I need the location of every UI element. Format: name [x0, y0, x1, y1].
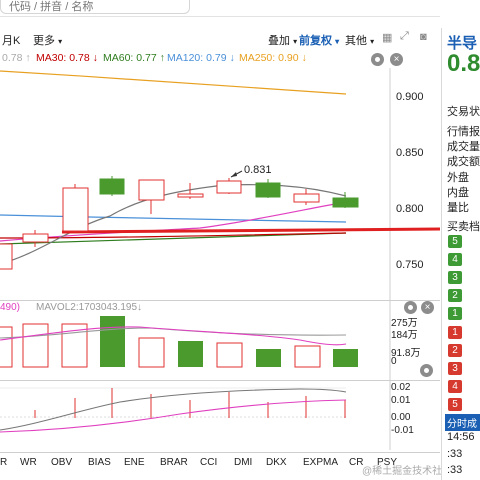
- volume-svg: [0, 300, 391, 380]
- tab-obv[interactable]: OBV: [51, 457, 72, 468]
- high-price-annotation: 0.831: [244, 164, 272, 176]
- turnover-label: 成交额: [447, 156, 480, 168]
- ma30-line: [0, 232, 347, 239]
- indicator-settings-gear-icon[interactable]: [420, 364, 433, 377]
- expand-icon[interactable]: ⤢: [400, 30, 409, 43]
- trade-time: 14:56: [447, 431, 475, 443]
- legend-settings-gear-icon[interactable]: [371, 53, 384, 66]
- quote-side-panel: 半导 0.8 交易状 行情报 成交量 成交额 外盘 内盘 量比 买卖档 5 4 …: [441, 28, 480, 480]
- tab-dkx[interactable]: DKX: [266, 457, 287, 468]
- overlay-button[interactable]: 叠加 ▾: [268, 32, 297, 48]
- order-book-label: 买卖档: [447, 221, 480, 233]
- tab-expma[interactable]: EXPMA: [303, 457, 338, 468]
- bid-level-badge: 5: [448, 398, 462, 411]
- chevron-down-icon: ▾: [293, 37, 298, 46]
- quote-report-label: 行情报: [447, 126, 480, 138]
- time-sales-header[interactable]: 分时成: [445, 414, 480, 431]
- ask-level-badge: 5: [448, 235, 462, 248]
- bid-level-badge: 4: [448, 380, 462, 393]
- ask-level-badge: 3: [448, 271, 462, 284]
- inner-volume-label: 内盘: [447, 187, 469, 199]
- tab-r[interactable]: R: [0, 457, 7, 468]
- bid-level-badge: 1: [448, 326, 462, 339]
- indicator-tick: -0.01: [391, 425, 414, 436]
- volume-label: 成交量: [447, 141, 480, 153]
- watermark: @稀土掘金技术社区: [362, 466, 453, 477]
- search-bar: [0, 0, 440, 17]
- adjust-button[interactable]: 前复权 ▾: [299, 32, 339, 48]
- tab-cci[interactable]: CCI: [200, 457, 217, 468]
- search-input[interactable]: [0, 0, 190, 14]
- tab-bias[interactable]: BIAS: [88, 457, 111, 468]
- trade-time: :33: [447, 448, 463, 460]
- volume-tick: 0: [391, 356, 397, 367]
- chevron-down-icon: ▾: [58, 37, 63, 46]
- outer-volume-label: 外盘: [447, 172, 469, 184]
- price-tick: 0.850: [396, 147, 424, 159]
- chevron-down-icon: ▾: [370, 37, 375, 46]
- trade-status-label: 交易状: [447, 106, 480, 118]
- more-periods-button[interactable]: 更多 ▾: [33, 32, 62, 48]
- trend-line: [61, 227, 440, 234]
- price-tick: 0.800: [396, 203, 424, 215]
- other-button[interactable]: 其他 ▾: [345, 32, 374, 48]
- volume-panel: 490) MAVOL2:1703043.195↓ × 275万 184万 91.…: [0, 300, 440, 380]
- trade-time: :33: [447, 464, 463, 476]
- legend-item-ma120: MA120: 0.79 ↓: [167, 52, 235, 64]
- legend-close-icon[interactable]: ×: [390, 53, 403, 66]
- tab-wr[interactable]: WR: [20, 457, 37, 468]
- volume-tick: 184万: [391, 330, 418, 341]
- bid-level-badge: 2: [448, 344, 462, 357]
- price-tick: 0.750: [396, 259, 424, 271]
- indicator-panel: 0.02 0.01 0.00 -0.01: [0, 380, 440, 450]
- ask-level-badge: 2: [448, 289, 462, 302]
- chevron-down-icon: ▾: [335, 37, 340, 46]
- camera-icon[interactable]: ◙: [420, 31, 427, 43]
- ask-level-badge: 1: [448, 307, 462, 320]
- indicator-tick: 0.00: [391, 412, 411, 423]
- current-price: 0.8: [447, 50, 480, 77]
- ma250-line: [0, 70, 347, 95]
- period-selector[interactable]: 月K: [2, 32, 20, 48]
- bid-level-badge: 3: [448, 362, 462, 375]
- ask-level-badge: 4: [448, 253, 462, 266]
- candles: [0, 176, 359, 270]
- legend-item-ma250: MA250: 0.90 ↓: [239, 52, 307, 64]
- legend-item-ma60: MA60: 0.77 ↑: [103, 52, 165, 64]
- tab-brar[interactable]: BRAR: [160, 457, 188, 468]
- price-tick: 0.900: [396, 91, 424, 103]
- tab-dmi[interactable]: DMI: [234, 457, 252, 468]
- ma120-line: [0, 214, 347, 223]
- candlestick-svg: [0, 68, 440, 300]
- grid-icon[interactable]: ▦: [382, 31, 392, 44]
- legend-item-price: 0.78 ↑: [2, 52, 31, 64]
- volume-ratio-label: 量比: [447, 202, 469, 214]
- chart-toolbar: 月K 更多 ▾ 叠加 ▾ 前复权 ▾ 其他 ▾ ▦ ⤢ ◙: [0, 28, 440, 50]
- legend-item-ma30: MA30: 0.78 ↓: [36, 52, 98, 64]
- price-chart: 0.831 0.900 0.850 0.800 0.750: [0, 68, 440, 300]
- ma-legend: 0.78 ↑ MA30: 0.78 ↓ MA60: 0.77 ↑ MA120: …: [0, 50, 440, 68]
- indicator-tick: 0.02: [391, 382, 411, 393]
- indicator-svg: [0, 380, 391, 450]
- indicator-tick: 0.01: [391, 395, 411, 406]
- tab-ene[interactable]: ENE: [124, 457, 145, 468]
